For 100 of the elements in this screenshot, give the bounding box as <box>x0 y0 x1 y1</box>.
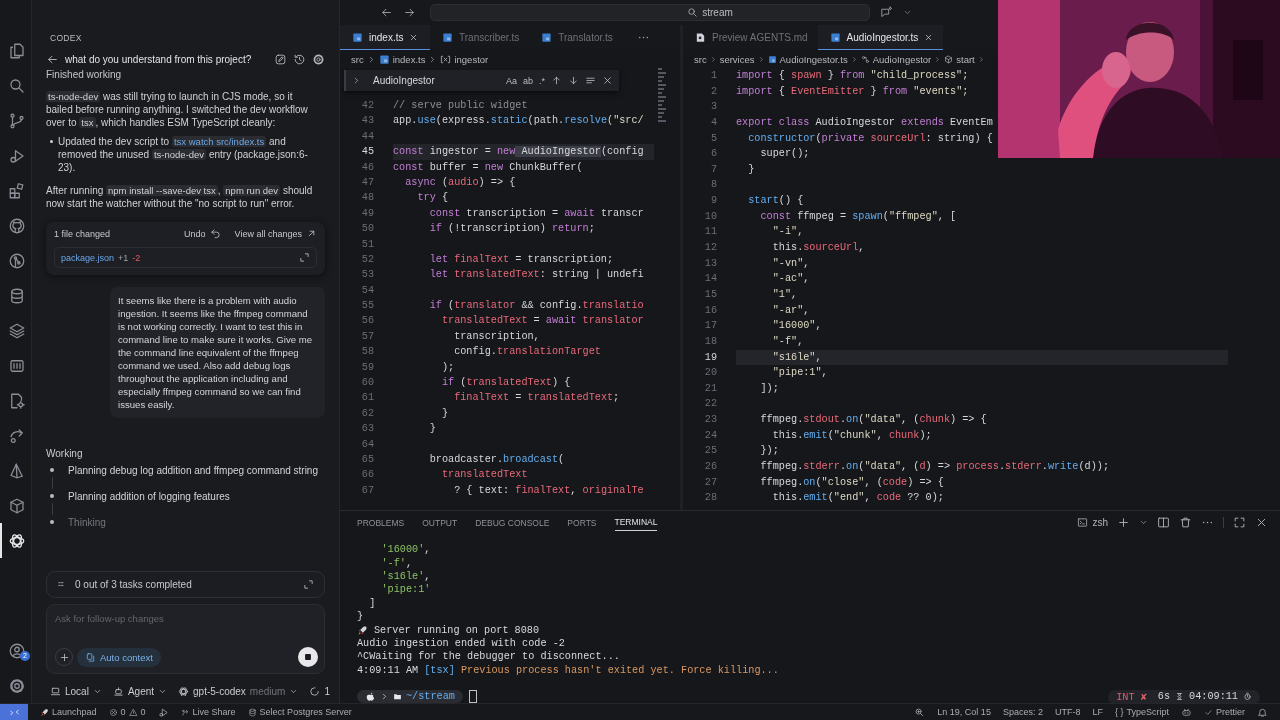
panel-tab[interactable]: OUTPUT <box>422 513 458 531</box>
account-icon[interactable] <box>7 641 26 660</box>
zoom-icon[interactable] <box>914 706 926 718</box>
forward-arrow-icon[interactable] <box>403 6 416 19</box>
share-arrow-icon <box>180 707 190 717</box>
close-icon[interactable] <box>924 32 934 42</box>
chevron-down-icon[interactable] <box>903 8 912 17</box>
code-line: transcription, <box>453 329 541 344</box>
problems-button[interactable]: 0 0 <box>108 707 146 717</box>
stop-button[interactable] <box>298 647 318 667</box>
back-arrow-icon[interactable] <box>46 53 59 66</box>
usage-indicator[interactable]: 1 <box>309 686 330 697</box>
typescript-file-icon <box>378 53 390 65</box>
auto-context-button[interactable]: Auto context <box>77 647 161 667</box>
breadcrumb-item[interactable]: AudioIngestor <box>872 53 932 65</box>
expand-chevron-icon[interactable] <box>352 76 361 85</box>
undo-button[interactable]: Undo <box>184 228 221 239</box>
message-field[interactable]: Ask for follow-up changes <box>55 611 318 626</box>
context-icon <box>85 651 96 663</box>
line-number: 8 <box>709 178 718 193</box>
close-icon[interactable] <box>602 75 613 86</box>
breadcrumb-item[interactable]: src <box>694 53 707 65</box>
postgres-server-button[interactable]: Select Postgres Server <box>247 707 352 717</box>
find-field[interactable]: AudioIngestor <box>367 75 500 86</box>
panel-tab[interactable]: TERMINAL <box>614 513 658 531</box>
status-item[interactable]: Ln 19, Col 15 <box>937 707 991 717</box>
back-arrow-icon[interactable] <box>380 6 393 19</box>
status-item[interactable]: LF <box>1092 707 1103 717</box>
editor-tab[interactable]: index.ts <box>340 25 430 50</box>
view-all-changes-button[interactable]: View all changes <box>234 228 317 239</box>
find-option-toggle[interactable]: .* <box>539 75 545 86</box>
close-icon[interactable] <box>409 32 419 42</box>
clock-icon <box>1243 692 1252 702</box>
code-line: "16000", <box>771 319 823 334</box>
expand-icon[interactable] <box>299 252 310 263</box>
line-number: 61 <box>360 391 375 406</box>
split-icon[interactable] <box>1157 515 1170 529</box>
breadcrumb-item[interactable]: index.ts <box>392 53 426 65</box>
line-number: 48 <box>360 191 375 206</box>
terminal-shell-button[interactable]: zsh <box>1077 516 1108 528</box>
launchpad-button[interactable]: Launchpad <box>40 707 97 717</box>
expand-icon[interactable] <box>303 579 314 590</box>
chevron-down-icon <box>92 687 102 696</box>
status-item[interactable]: UTF-8 <box>1054 707 1081 717</box>
panel-tab[interactable]: DEBUG CONSOLE <box>475 513 550 531</box>
warning-icon <box>128 707 138 717</box>
apple-icon <box>365 691 376 703</box>
code-line: if (!transcription) return; <box>428 222 596 237</box>
find-in-selection-icon[interactable] <box>585 75 596 86</box>
find-option-toggle[interactable]: ab <box>522 75 533 86</box>
model-dropdown[interactable]: gpt-5-codex medium <box>178 686 299 697</box>
line-number: 24 <box>703 428 718 443</box>
file-link[interactable]: package.json <box>61 252 115 263</box>
code-line: "-vn", <box>771 256 811 271</box>
editor-tab[interactable]: Transcriber.ts <box>430 25 530 50</box>
line-number: 11 <box>703 225 718 240</box>
language-button[interactable]: { } TypeScript <box>1114 707 1169 717</box>
panel-tab[interactable]: PROBLEMS <box>357 513 405 531</box>
cursor-icon <box>468 690 477 703</box>
code-line: if (translator && config.translatio <box>428 299 645 314</box>
code-line: this.sourceUrl, <box>771 241 866 256</box>
typescript-file-icon <box>352 31 363 43</box>
laptop-icon <box>50 686 61 697</box>
line-number: 64 <box>360 437 375 452</box>
line-number: 16 <box>703 303 718 318</box>
run-debug-icon[interactable] <box>157 706 169 718</box>
copilot-icon[interactable] <box>1181 706 1192 718</box>
line-number: 1 <box>709 69 718 83</box>
live-share-button[interactable]: Live Share <box>180 707 236 717</box>
chat-icon[interactable] <box>880 6 893 19</box>
editor-tab[interactable]: Translator.ts <box>529 25 623 50</box>
location-dropdown[interactable]: Local <box>50 686 102 697</box>
line-number: 58 <box>360 345 375 360</box>
breadcrumb-item[interactable]: src <box>351 53 364 65</box>
previous-match-icon[interactable] <box>551 75 562 86</box>
editor-tab[interactable]: Preview AGENTS.md <box>683 25 818 50</box>
bullet-icon <box>50 140 53 143</box>
settings-icon[interactable] <box>7 676 26 695</box>
folder-icon <box>393 692 402 702</box>
breadcrumb-item[interactable]: AudioIngestor.ts <box>779 53 848 65</box>
command-search-field[interactable]: stream <box>430 4 870 21</box>
editor-tab[interactable]: AudioIngestor.ts <box>817 25 944 50</box>
prettier-button[interactable]: Prettier <box>1204 707 1245 717</box>
next-match-icon[interactable] <box>568 75 579 86</box>
breadcrumb-item[interactable]: ingestor <box>454 53 489 65</box>
breadcrumb-item[interactable]: start <box>956 53 975 65</box>
panel-tab[interactable]: PORTS <box>567 513 597 531</box>
settings-icon[interactable] <box>312 53 325 66</box>
history-icon[interactable] <box>293 53 306 66</box>
breadcrumb-item[interactable]: services <box>719 53 755 65</box>
bell-icon[interactable] <box>1257 706 1268 718</box>
status-item[interactable]: Spaces: 2 <box>1002 707 1043 717</box>
find-option-toggle[interactable]: Aa <box>505 75 517 86</box>
trash-icon[interactable] <box>1179 515 1192 529</box>
edit-icon[interactable] <box>274 53 287 66</box>
new-terminal-icon[interactable] <box>1117 515 1130 529</box>
chevron-right-icon <box>380 692 389 702</box>
maximize-icon[interactable] <box>1233 515 1246 529</box>
terminal-line: '16000', <box>380 544 431 556</box>
mode-dropdown[interactable]: Agent <box>112 686 168 697</box>
